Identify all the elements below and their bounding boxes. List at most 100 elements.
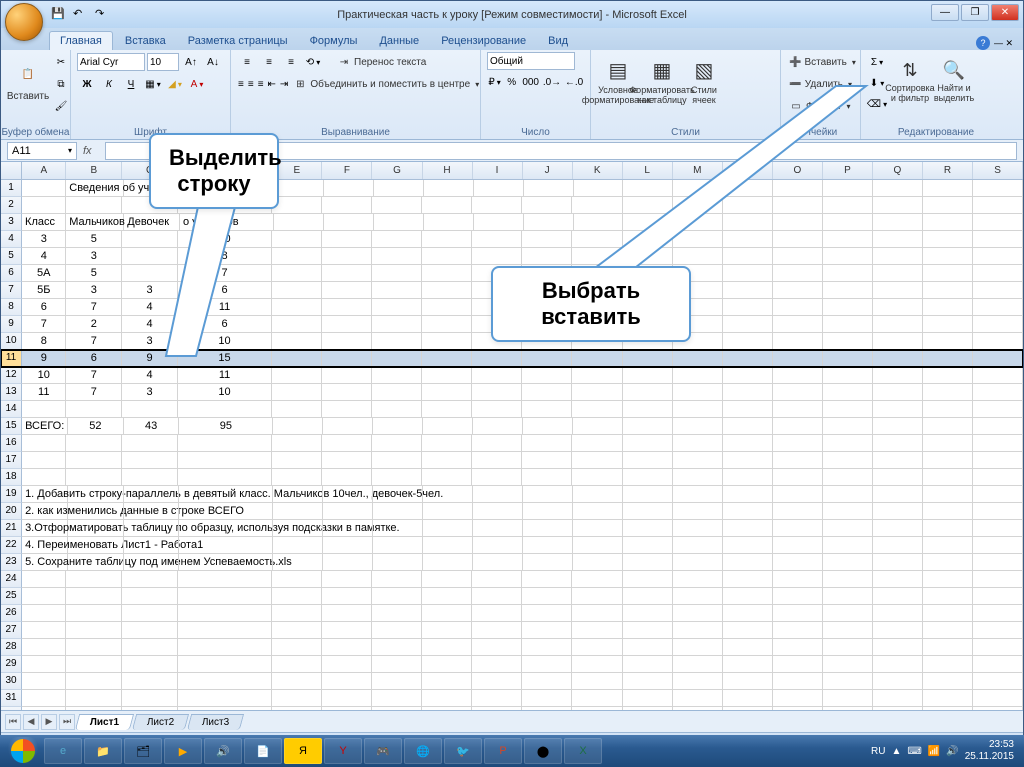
cell[interactable] <box>823 588 873 605</box>
cell[interactable] <box>673 452 723 469</box>
cell[interactable] <box>522 435 572 452</box>
cell[interactable] <box>272 435 322 452</box>
cell[interactable]: 4 <box>122 316 178 333</box>
cell[interactable] <box>322 401 372 418</box>
cell[interactable] <box>973 639 1023 656</box>
cell[interactable] <box>424 214 474 231</box>
taskbar-chrome[interactable]: ⬤ <box>524 738 562 764</box>
cell[interactable] <box>522 469 572 486</box>
inc-decimal-icon[interactable]: .0→ <box>542 72 562 92</box>
cell[interactable] <box>673 367 723 384</box>
cell[interactable] <box>422 248 472 265</box>
cell[interactable] <box>723 265 773 282</box>
cell[interactable] <box>773 316 823 333</box>
cell[interactable] <box>923 418 973 435</box>
cell[interactable] <box>122 231 178 248</box>
cell[interactable] <box>973 520 1023 537</box>
cell[interactable] <box>923 197 973 214</box>
cell[interactable] <box>723 622 773 639</box>
tray-lang[interactable]: RU <box>871 746 885 757</box>
cell[interactable] <box>823 333 873 350</box>
cell[interactable] <box>923 622 973 639</box>
cell[interactable] <box>372 401 422 418</box>
cell[interactable] <box>623 435 673 452</box>
cell[interactable] <box>673 622 723 639</box>
cell[interactable] <box>274 214 324 231</box>
row-header[interactable]: 32 <box>1 707 22 710</box>
cell[interactable] <box>372 656 422 673</box>
cell[interactable]: 3 <box>122 384 178 401</box>
cell[interactable] <box>472 707 522 710</box>
taskbar-app5[interactable]: 🌐 <box>404 738 442 764</box>
cell[interactable] <box>823 537 873 554</box>
cell[interactable] <box>422 333 472 350</box>
font-color-icon[interactable]: A <box>187 74 207 94</box>
cell[interactable] <box>66 639 122 656</box>
cell[interactable] <box>823 282 873 299</box>
cell[interactable] <box>473 520 523 537</box>
cell[interactable] <box>272 588 322 605</box>
cell[interactable] <box>723 350 773 367</box>
cell[interactable] <box>823 571 873 588</box>
cell[interactable] <box>272 367 322 384</box>
office-button[interactable] <box>5 3 43 41</box>
cell[interactable] <box>572 656 622 673</box>
cell[interactable] <box>773 384 823 401</box>
table-row[interactable]: 5438 <box>1 248 1023 265</box>
cell[interactable] <box>422 231 472 248</box>
cell[interactable] <box>422 265 472 282</box>
cell[interactable] <box>122 588 178 605</box>
row-header[interactable]: 4 <box>1 231 22 248</box>
cell[interactable] <box>973 452 1023 469</box>
cell[interactable] <box>372 350 422 367</box>
cell[interactable]: 4 <box>122 299 178 316</box>
cell[interactable] <box>923 333 973 350</box>
cell[interactable] <box>673 197 723 214</box>
help-icon[interactable]: ? <box>976 36 990 50</box>
cell[interactable]: Сведения об учениках, <box>66 180 124 197</box>
cell[interactable] <box>673 180 723 197</box>
cell[interactable] <box>273 520 323 537</box>
cell[interactable] <box>973 571 1023 588</box>
cell[interactable] <box>22 707 66 710</box>
row-header[interactable]: 29 <box>1 656 22 673</box>
cell[interactable] <box>673 554 723 571</box>
cell[interactable] <box>22 639 66 656</box>
cell[interactable] <box>673 639 723 656</box>
cell[interactable] <box>522 571 572 588</box>
cell[interactable] <box>973 384 1023 401</box>
cell[interactable] <box>522 690 572 707</box>
row-header[interactable]: 16 <box>1 435 22 452</box>
cell[interactable] <box>923 384 973 401</box>
cell[interactable] <box>823 265 873 282</box>
cell[interactable] <box>323 503 373 520</box>
cell[interactable] <box>723 469 773 486</box>
cell[interactable] <box>323 520 373 537</box>
cell[interactable] <box>472 690 522 707</box>
cell[interactable] <box>472 350 522 367</box>
cell[interactable] <box>973 197 1023 214</box>
cell[interactable] <box>773 299 823 316</box>
cell[interactable]: о учеников <box>180 214 274 231</box>
cell[interactable] <box>823 367 873 384</box>
cell[interactable] <box>572 469 622 486</box>
cell[interactable] <box>923 537 973 554</box>
taskbar-powerpoint[interactable]: P <box>484 738 522 764</box>
cell[interactable] <box>723 452 773 469</box>
cell[interactable] <box>623 503 673 520</box>
row-header[interactable]: 28 <box>1 639 22 656</box>
table-row[interactable]: 191. Добавить строку-параллель в девятый… <box>1 486 1023 503</box>
cell[interactable] <box>422 622 472 639</box>
cell[interactable] <box>572 605 622 622</box>
cell[interactable] <box>374 214 424 231</box>
cell[interactable] <box>124 486 180 503</box>
cell[interactable] <box>723 537 773 554</box>
cell[interactable] <box>473 486 523 503</box>
cell[interactable] <box>572 673 622 690</box>
cell[interactable]: 5 <box>66 265 122 282</box>
cell[interactable] <box>923 214 973 231</box>
cell[interactable] <box>873 316 923 333</box>
cell[interactable] <box>973 435 1023 452</box>
cell[interactable] <box>472 452 522 469</box>
cell[interactable] <box>973 554 1023 571</box>
